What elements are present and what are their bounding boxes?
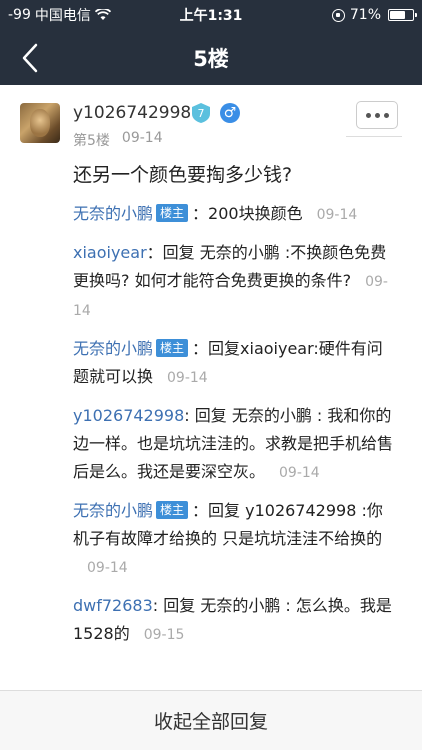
- reply-author[interactable]: xiaoiyear: [73, 243, 147, 262]
- back-button[interactable]: [10, 30, 50, 85]
- reply-item[interactable]: 无奈的小鹏 楼主 ：回复xiaoiyear:硬件有问题就可以换 09-14: [0, 335, 422, 392]
- signal-strength: -99: [8, 7, 31, 23]
- floor-number: 第5楼: [73, 133, 110, 149]
- battery-fill: [390, 11, 405, 19]
- post-author[interactable]: y1026742998: [73, 103, 191, 123]
- divider: [346, 136, 402, 137]
- reply-author[interactable]: 无奈的小鹏: [73, 339, 153, 358]
- reply-date: 09-14: [167, 370, 208, 386]
- carrier-name: 中国电信: [34, 8, 91, 24]
- op-badge: 楼主: [156, 204, 189, 222]
- avatar-face: [30, 109, 50, 137]
- rotation-lock-icon: [331, 8, 345, 22]
- dot-icon: [383, 112, 389, 118]
- op-badge: 楼主: [156, 501, 189, 519]
- more-options-button[interactable]: [356, 101, 398, 129]
- reply-item[interactable]: xiaoiyear：回复 无奈的小鹏 :不换颜色免费更换吗? 如何才能符合免费更…: [0, 239, 422, 325]
- reply-author[interactable]: y1026742998: [73, 406, 184, 425]
- avatar[interactable]: [20, 103, 60, 143]
- status-bar: -99 中国电信 上午1:31 71%: [0, 0, 422, 30]
- reply-date: 09-14: [316, 207, 358, 223]
- collapse-replies-button[interactable]: 收起全部回复: [0, 690, 422, 750]
- post-content: 还另一个颜色要掏多少钱?: [73, 164, 293, 186]
- level-number: 7: [198, 107, 205, 120]
- level-badge-icon: 7: [192, 103, 210, 123]
- reply-list: 无奈的小鹏 楼主 ：200块换颜色 09-14 xiaoiyear：回复 无奈的小鹏 :…: [0, 200, 422, 659]
- reply-item[interactable]: y1026742998: 回复 无奈的小鹏 : 我和你的边一样。也是坑坑洼洼的。…: [0, 402, 422, 487]
- dot-icon: [365, 112, 371, 118]
- reply-item[interactable]: dwf72683: 回复 无奈的小鹏 : 怎么换。我是1528的 09-15: [0, 592, 422, 649]
- reply-date: 09-14: [279, 465, 320, 481]
- reply-item[interactable]: 无奈的小鹏 楼主 ：200块换颜色 09-14: [0, 200, 422, 229]
- reply-author[interactable]: 无奈的小鹏: [73, 501, 153, 520]
- post-header: y1026742998 7 ♂ 第5楼 09-14: [0, 85, 422, 149]
- floor-meta: 第5楼 09-14: [73, 130, 163, 150]
- reply-author[interactable]: 无奈的小鹏: [73, 204, 153, 223]
- reply-date: 09-14: [87, 560, 128, 576]
- reply-author[interactable]: dwf72683: [73, 596, 153, 615]
- op-badge: 楼主: [156, 339, 189, 357]
- post-date: 09-14: [121, 130, 163, 146]
- nav-bar: 5楼: [0, 30, 422, 85]
- floor-detail: y1026742998 7 ♂ 第5楼 09-14 还另一个颜色要掏多少钱? 无…: [0, 85, 422, 690]
- reply-item[interactable]: 无奈的小鹏 楼主 ：回复 y1026742998 :你机子有故障才给换的 只是坑坑洼…: [0, 497, 422, 582]
- reply-date: 09-15: [143, 627, 185, 643]
- chevron-left-icon: [22, 43, 38, 72]
- reply-text: ：200块换颜色: [192, 204, 303, 223]
- dot-icon: [374, 112, 380, 118]
- page-title: 5楼: [193, 46, 229, 71]
- male-icon: ♂: [220, 103, 240, 123]
- battery-icon: [388, 9, 417, 21]
- battery-percent: 71%: [349, 7, 381, 23]
- wifi-icon: [94, 7, 112, 21]
